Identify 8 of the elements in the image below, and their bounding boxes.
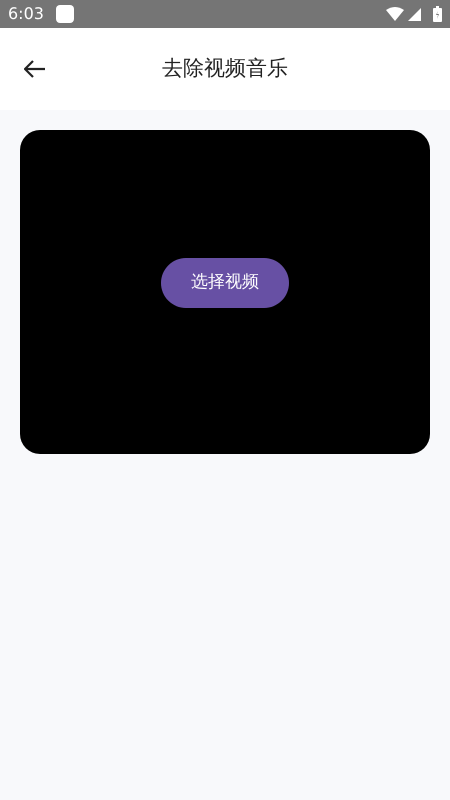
wifi-icon bbox=[386, 7, 404, 21]
status-time: 6:03 bbox=[8, 3, 44, 25]
select-video-button[interactable]: 选择视频 bbox=[161, 258, 289, 308]
page-title: 去除视频音乐 bbox=[162, 55, 288, 82]
notification-icon bbox=[56, 5, 74, 23]
signal-icon bbox=[408, 8, 421, 20]
back-arrow-icon bbox=[24, 60, 46, 78]
battery-icon bbox=[433, 6, 442, 22]
